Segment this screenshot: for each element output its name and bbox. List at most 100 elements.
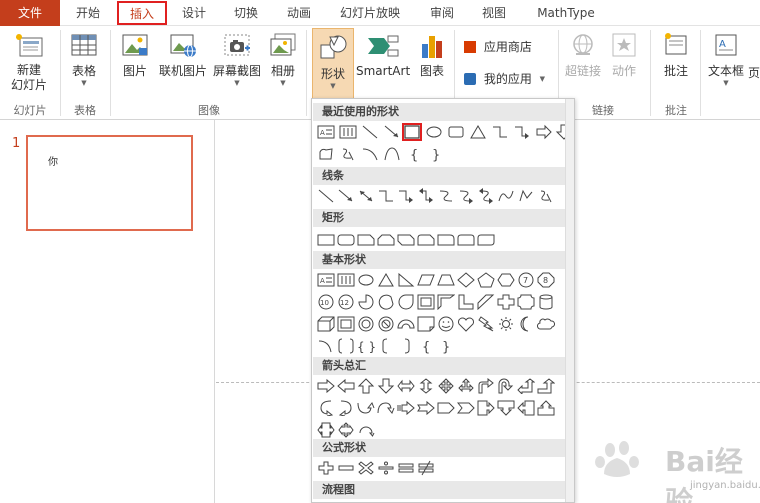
block-arc-shape-icon[interactable] <box>396 315 416 333</box>
plus-shape-icon[interactable] <box>316 459 336 477</box>
moon-shape-icon[interactable] <box>516 315 536 333</box>
curved-arrow-shape-icon[interactable] <box>456 187 476 205</box>
online-picture-button[interactable]: 联机图片 <box>156 32 210 79</box>
left-brace-shape-icon[interactable]: { <box>404 145 424 163</box>
snip-round-rectangle-icon[interactable] <box>416 231 436 249</box>
elbow-double-arrow-shape-icon[interactable] <box>416 187 436 205</box>
screenshot-button[interactable]: 屏幕截图 ▼ <box>210 32 264 88</box>
tab-mathtype[interactable]: MathType <box>526 0 606 26</box>
new-slide-button[interactable]: 新建 幻灯片 <box>6 32 52 93</box>
textbox-shape-icon[interactable]: A <box>316 123 336 141</box>
teardrop-shape-icon[interactable] <box>396 293 416 311</box>
tab-file[interactable]: 文件 <box>0 0 60 26</box>
circular-arrow-shape-icon[interactable] <box>356 421 376 439</box>
vertical-textbox-shape-icon[interactable] <box>338 123 358 141</box>
tab-home[interactable]: 开始 <box>62 0 114 26</box>
left-arrow-shape-icon[interactable] <box>336 377 356 395</box>
picture-button[interactable]: 图片 <box>116 32 154 79</box>
comment-button[interactable]: 批注 <box>656 32 696 79</box>
tab-view[interactable]: 视图 <box>470 0 518 26</box>
hyperlink-button[interactable]: 超链接 <box>562 32 604 79</box>
donut-shape-icon[interactable] <box>356 315 376 333</box>
tab-animations[interactable]: 动画 <box>274 0 324 26</box>
diagonal-stripe-shape-icon[interactable] <box>476 293 496 311</box>
trapezoid-shape-icon[interactable] <box>436 271 456 289</box>
vertical-textbox-shape-icon[interactable] <box>336 271 356 289</box>
app-store-button[interactable]: 应用商店 <box>464 38 544 55</box>
album-button[interactable]: 相册 ▼ <box>266 32 300 88</box>
elbow-arrow-shape-icon[interactable] <box>396 187 416 205</box>
up-arrow-shape-icon[interactable] <box>356 377 376 395</box>
right-arrow-callout-shape-icon[interactable] <box>476 399 496 417</box>
action-button[interactable]: 动作 <box>606 32 642 79</box>
pentagon-shape-icon[interactable] <box>476 271 496 289</box>
chord-shape-icon[interactable] <box>376 293 396 311</box>
cube-shape-icon[interactable] <box>316 315 336 333</box>
cross-shape-icon[interactable] <box>496 293 516 311</box>
table-button[interactable]: 表格 ▼ <box>66 32 102 88</box>
rounded-rectangle-shape-icon[interactable] <box>336 231 356 249</box>
triangle-shape-icon[interactable] <box>468 123 488 141</box>
freeform-shape-icon[interactable] <box>516 187 536 205</box>
round-single-corner-rectangle-icon[interactable] <box>436 231 456 249</box>
elbow-connector-shape-icon[interactable] <box>376 187 396 205</box>
right-arrow-shape-icon[interactable] <box>316 377 336 395</box>
double-arrow-shape-icon[interactable] <box>356 187 376 205</box>
double-bracket-shape-icon[interactable] <box>336 337 356 355</box>
left-right-up-arrow-shape-icon[interactable] <box>456 377 476 395</box>
down-arrow-callout-shape-icon[interactable] <box>496 399 516 417</box>
down-arrow-shape-icon[interactable] <box>376 377 396 395</box>
bevel-shape-icon[interactable] <box>336 315 356 333</box>
arrow-line-shape-icon[interactable] <box>382 123 402 141</box>
bent-up-arrow-shape-icon[interactable] <box>536 377 556 395</box>
pie-shape-icon[interactable] <box>356 293 376 311</box>
equal-shape-icon[interactable] <box>396 459 416 477</box>
textbox-button[interactable]: A 文本框 ▼ <box>704 32 748 88</box>
curved-down-arrow-shape-icon[interactable] <box>376 399 396 417</box>
left-right-arrow-shape-icon[interactable] <box>396 377 416 395</box>
left-brace-shape-icon[interactable]: { <box>416 337 436 355</box>
gallery-scrollbar[interactable] <box>565 99 574 502</box>
u-turn-arrow-shape-icon[interactable] <box>496 377 516 395</box>
not-equal-shape-icon[interactable] <box>416 459 436 477</box>
smiley-face-shape-icon[interactable] <box>436 315 456 333</box>
cloud-shape-icon[interactable] <box>536 315 556 333</box>
frame-shape-icon[interactable] <box>416 293 436 311</box>
rectangle-shape-icon[interactable] <box>316 231 336 249</box>
arc-shape-icon[interactable] <box>316 337 336 355</box>
scribble-shape-icon[interactable] <box>536 187 556 205</box>
right-arrow-shape-icon[interactable] <box>534 123 554 141</box>
line-shape-icon[interactable] <box>316 187 336 205</box>
bent-arrow-shape-icon[interactable] <box>476 377 496 395</box>
no-symbol-shape-icon[interactable] <box>376 315 396 333</box>
octagon-shape-icon[interactable]: 8 <box>536 271 556 289</box>
diamond-shape-icon[interactable] <box>456 271 476 289</box>
division-shape-icon[interactable] <box>376 459 396 477</box>
notched-right-arrow-shape-icon[interactable] <box>416 399 436 417</box>
smartart-button[interactable]: SmartArt <box>356 32 410 79</box>
curved-connector-shape-icon[interactable] <box>360 145 380 163</box>
quad-arrow-callout-shape-icon[interactable] <box>336 421 356 439</box>
shapes-button[interactable]: 形状 ▼ <box>312 28 354 100</box>
slide-thumbnail[interactable]: 你 <box>26 135 193 231</box>
parallelogram-shape-icon[interactable] <box>416 271 436 289</box>
rounded-rectangle-shape-icon[interactable] <box>446 123 466 141</box>
oval-shape-icon[interactable] <box>356 271 376 289</box>
lightning-bolt-shape-icon[interactable] <box>476 315 496 333</box>
dodecagon-shape-icon[interactable]: 12 <box>336 293 356 311</box>
my-apps-button[interactable]: 我的应用 ▼ <box>464 70 554 87</box>
l-shape-icon[interactable] <box>456 293 476 311</box>
multiply-shape-icon[interactable] <box>356 459 376 477</box>
up-arrow-callout-shape-icon[interactable] <box>536 399 556 417</box>
oval-shape-icon[interactable] <box>424 123 444 141</box>
round-diagonal-rectangle-icon[interactable] <box>476 231 496 249</box>
heptagon-shape-icon[interactable]: 7 <box>516 271 536 289</box>
tab-design[interactable]: 设计 <box>170 0 218 26</box>
curved-left-arrow-shape-icon[interactable] <box>336 399 356 417</box>
hexagon-shape-icon[interactable] <box>496 271 516 289</box>
sun-shape-icon[interactable] <box>496 315 516 333</box>
double-brace-shape-icon[interactable]: { } <box>356 337 376 355</box>
header-footer-button[interactable]: 页 <box>748 66 760 81</box>
striped-right-arrow-shape-icon[interactable] <box>396 399 416 417</box>
can-shape-icon[interactable] <box>536 293 556 311</box>
